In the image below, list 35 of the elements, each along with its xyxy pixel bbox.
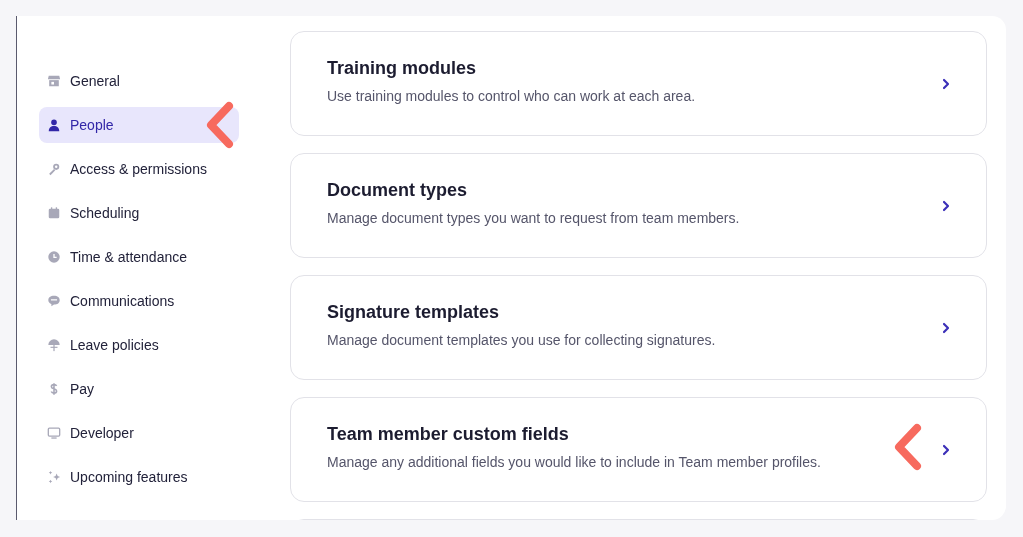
calendar-icon xyxy=(47,206,61,220)
card-title: Team member custom fields xyxy=(327,423,570,445)
sparkle-icon xyxy=(47,470,61,484)
sidebar-item[interactable]: People xyxy=(39,107,239,143)
card-title: Document types xyxy=(327,179,469,201)
sidebar-item[interactable]: Scheduling xyxy=(39,195,239,231)
settings-card[interactable]: Team member custom fields Manage any additional fields you would like to include in Team member profiles. xyxy=(290,397,987,502)
settings-card[interactable]: Signature templates Manage document templates you use for collecting signatures. xyxy=(290,275,987,380)
card-description: Use training modules to control who can work at each area. xyxy=(327,87,697,104)
card-title: Signature templates xyxy=(327,301,501,323)
sidebar-item[interactable]: General xyxy=(39,63,239,99)
key-icon xyxy=(47,162,61,176)
clock-icon xyxy=(47,250,61,264)
monitor-icon xyxy=(47,426,61,440)
chat-icon xyxy=(47,294,61,308)
card-description: Manage document templates you use for collecting signatures. xyxy=(327,331,717,348)
sidebar-item[interactable]: Upcoming features xyxy=(39,459,239,495)
chevron-right-icon xyxy=(942,77,950,90)
sidebar-item[interactable]: Access & permissions xyxy=(39,151,239,187)
sidebar-item[interactable]: Developer xyxy=(39,415,239,451)
chevron-right-icon xyxy=(942,321,950,334)
settings-card[interactable]: Document types Manage document types you want to request from team members. xyxy=(290,153,987,258)
sidebar-item[interactable]: Pay xyxy=(39,371,239,407)
card-description: Manage any additional fields you would like to include in Team member profiles. xyxy=(327,453,822,470)
umbrella-icon xyxy=(47,338,61,352)
settings-card[interactable]: Training modules Use training modules to control who can work at each area. xyxy=(290,31,987,136)
card-description: Manage document types you want to request from team members. xyxy=(327,209,741,226)
person-icon xyxy=(47,118,61,132)
store-icon xyxy=(47,74,61,88)
sidebar-item[interactable]: Leave policies xyxy=(39,327,239,363)
card-title: Training modules xyxy=(327,57,478,79)
sidebar-item[interactable]: Time & attendance xyxy=(39,239,239,275)
sidebar-item[interactable]: Communications xyxy=(39,283,239,319)
chevron-right-icon xyxy=(942,199,950,212)
chevron-right-icon xyxy=(942,443,950,456)
